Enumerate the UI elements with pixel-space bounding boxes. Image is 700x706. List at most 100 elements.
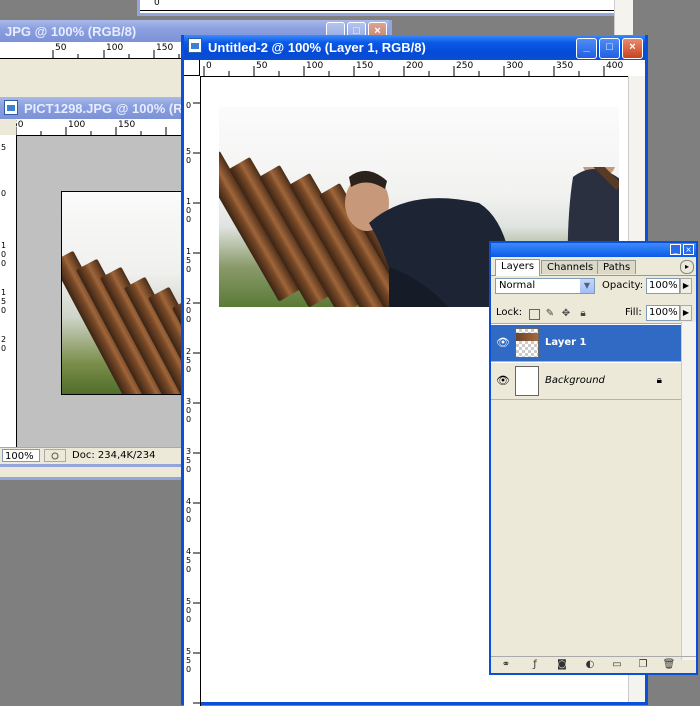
vruler-label: 0	[186, 101, 192, 110]
vruler-label: 0	[186, 315, 192, 324]
vruler-label: 5	[186, 456, 192, 465]
ruler-label: 50	[16, 120, 24, 130]
ruler-ticks	[16, 127, 167, 135]
group-folder-icon[interactable]: ▭	[610, 659, 624, 671]
status-bar: 100% Doc: 234,4K/234	[0, 447, 184, 464]
chevron-down-icon: ▼	[580, 279, 594, 293]
tab-channels[interactable]: Channels	[541, 260, 600, 274]
vruler-label: 0	[186, 206, 192, 215]
vruler-label: 0	[186, 265, 192, 274]
vruler-label: 0	[186, 215, 192, 224]
palette-scrollbar[interactable]	[681, 322, 696, 660]
lock-transparency-icon[interactable]	[529, 309, 540, 320]
ruler-label: 100	[68, 120, 86, 130]
palette-titlebar[interactable]: _ ×	[491, 243, 696, 257]
layer-row-layer-1[interactable]: 👁︎ Layer 1	[491, 324, 684, 362]
window-main-title: Untitled-2 @ 100% (Layer 1, RGB/8)	[208, 40, 426, 55]
palette-minimize-button[interactable]: _	[670, 244, 681, 255]
fill-field[interactable]: 100%	[646, 305, 680, 321]
vruler-label: 0	[186, 515, 192, 524]
vruler-label: 0	[186, 406, 192, 415]
ruler-label: 200	[406, 61, 424, 71]
vruler-label: 0	[186, 506, 192, 515]
vruler-label: 2	[186, 347, 192, 356]
zoom-field[interactable]: 100%	[2, 449, 40, 462]
maximize-button[interactable]: □	[599, 38, 620, 59]
doc-info: Doc: 234,4K/234	[72, 450, 156, 461]
trash-icon[interactable]: 🗑︎	[662, 659, 676, 671]
vruler-label: 0	[186, 365, 192, 374]
new-layer-icon[interactable]: ❐	[636, 659, 650, 671]
vruler-label: 0	[1, 189, 7, 198]
vruler-label: 0	[186, 565, 192, 574]
tab-layers[interactable]: Layers	[495, 259, 541, 276]
pict-photo[interactable]	[61, 191, 193, 395]
opacity-label: Opacity:	[602, 280, 644, 291]
lock-brush-icon[interactable]: ✎	[544, 308, 556, 320]
canvas-area[interactable]	[17, 136, 193, 448]
layer-name[interactable]: Layer 1	[545, 337, 586, 348]
link-icon[interactable]: ⚭	[499, 659, 513, 671]
vruler-label: 1	[186, 197, 192, 206]
layer-style-icon[interactable]: ƒ	[528, 659, 542, 671]
ruler-label: 150	[156, 43, 174, 53]
vruler-label: 5	[186, 597, 192, 606]
window-pict-titlebar[interactable]: PICT1298.JPG @ 100% (RGB/8)	[0, 97, 184, 119]
ruler-label: 0	[206, 61, 212, 71]
window-main-titlebar[interactable]: Untitled-2 @ 100% (Layer 1, RGB/8) _ □ ×	[184, 35, 645, 60]
ruler-label: 350	[556, 61, 574, 71]
layers-palette[interactable]: _ × Layers Channels Paths ▸ Normal ▼ Opa…	[489, 241, 698, 675]
layer-name[interactable]: Background	[545, 375, 605, 386]
document-icon	[188, 38, 202, 53]
vruler-label: 0	[186, 665, 192, 674]
layer-thumbnail	[515, 366, 539, 396]
window-top-strip: 0	[137, 0, 633, 16]
layer-thumbnail	[515, 328, 539, 358]
tab-paths[interactable]: Paths	[597, 260, 637, 274]
vruler-label: 2	[1, 335, 7, 344]
mask-icon[interactable]: ◙	[555, 659, 569, 671]
lock-move-icon[interactable]: ✥	[560, 308, 572, 320]
blend-mode-select[interactable]: Normal ▼	[495, 278, 595, 294]
vruler-label: 3	[186, 447, 192, 456]
window-pict-title: PICT1298.JPG @ 100% (RGB/8)	[24, 101, 184, 116]
ruler-label: 100	[306, 61, 324, 71]
palette-footer: ⚭ ƒ ◙ ◐ ▭ ❐ 🗑︎	[491, 656, 696, 673]
vruler-label: 4	[186, 497, 192, 506]
layer-row-background[interactable]: 👁︎ Background 🔒︎	[491, 362, 684, 400]
ruler-label: 150	[356, 61, 374, 71]
eye-icon[interactable]: 👁︎	[495, 374, 511, 388]
document-icon	[4, 100, 18, 115]
vruler-label: 0	[1, 259, 7, 268]
window-jpg-title: JPG @ 100% (RGB/8)	[5, 24, 137, 39]
vruler-label: 2	[186, 297, 192, 306]
palette-menu-button[interactable]: ▸	[680, 260, 694, 274]
adjustment-icon[interactable]: ◐	[583, 659, 597, 671]
vruler-label: 5	[1, 143, 7, 152]
vruler-label: 5	[186, 656, 192, 665]
scrollbar-strip[interactable]	[614, 0, 633, 40]
vruler-label: 5	[186, 356, 192, 365]
palette-close-button[interactable]: ×	[683, 244, 694, 255]
vruler-label: 0	[186, 156, 192, 165]
vruler-label: 0	[186, 306, 192, 315]
eye-icon[interactable]: 👁︎	[495, 336, 511, 350]
navigator-icon[interactable]	[44, 449, 66, 462]
minimize-button[interactable]: _	[576, 38, 597, 59]
vruler-label: 0	[1, 344, 7, 353]
ruler-corner[interactable]	[184, 60, 200, 76]
layers-list: 👁︎ Layer 1 👁︎ Background 🔒︎	[491, 323, 684, 661]
vruler-label: 0	[186, 415, 192, 424]
window-pict[interactable]: PICT1298.JPG @ 100% (RGB/8) 50 100 150 5…	[0, 97, 193, 467]
lock-all-icon[interactable]: 🔒︎	[577, 308, 589, 320]
ruler-label: 300	[506, 61, 524, 71]
close-button[interactable]: ×	[622, 38, 643, 59]
window-pict-hruler: 50 100 150	[16, 119, 190, 136]
fill-arrow-button[interactable]: ▶	[680, 305, 692, 321]
opacity-arrow-button[interactable]: ▶	[680, 278, 692, 294]
ruler-label: 250	[456, 61, 474, 71]
vruler-label: 5	[186, 556, 192, 565]
vruler-label: 1	[1, 241, 7, 250]
opacity-field[interactable]: 100%	[646, 278, 680, 294]
vruler-label: 0	[186, 465, 192, 474]
